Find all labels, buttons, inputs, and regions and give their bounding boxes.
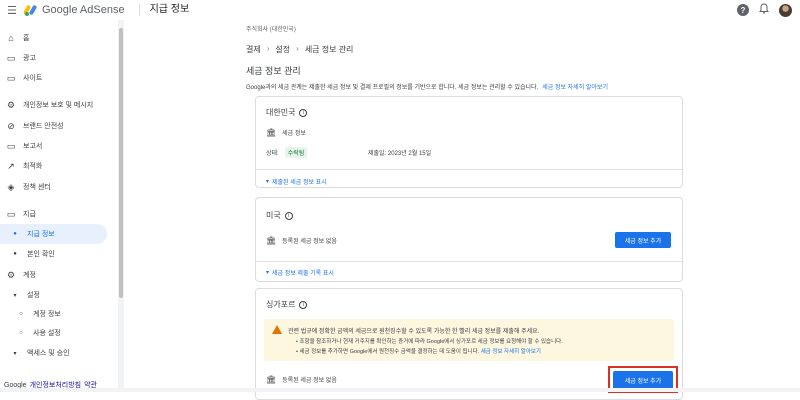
trending-up-icon: ↗ [7,160,15,171]
sidebar-item-policy-center[interactable]: ◈ 정책 센터 [0,177,118,197]
breadcrumb-payments[interactable]: 결제 [246,44,261,55]
sidebar-item-sites[interactable]: ▭ 사이트 [0,68,118,88]
info-icon[interactable]: i [299,108,308,117]
tax-card-us: 미국 i 🏛 등록된 세금 정보 없음 세금 정보 추가 ▾ 세금 정보 제출 … [255,197,683,282]
page-description: Google과의 세금 관계는 제출한 세금 정보 및 결제 프로필의 정보를 … [246,85,608,91]
page-name: 지급 정보 [138,4,189,16]
no-tax-info: 등록된 세금 정보 없음 [282,378,337,384]
learn-more-link[interactable]: 세금 정보 자세히 알아보기 [542,85,608,91]
sidebar-item-home[interactable]: ⌂ 홈 [0,28,118,48]
reports-icon: ▭ [6,140,16,151]
sidebar-item-privacy[interactable]: ⚙ 개인정보 보호 및 메시지 [0,95,118,115]
sidebar-item-account[interactable]: ⚙ 계정 [0,265,118,285]
chevron-down-icon: ▾ [13,292,17,299]
horizontal-scrollbar[interactable] [0,388,800,392]
breadcrumb-settings[interactable]: 설정 [275,44,290,55]
tax-card-singapore: 싱가포르 i 관련 법규에 정확한 금액의 세금으로 원천징수할 수 있도록 가… [255,288,683,400]
sidebar-scroll-thumb[interactable] [119,28,123,298]
bullet-icon: ● [13,251,17,257]
sidebar-item-account-info[interactable]: ○ 계정 정보 [0,304,118,324]
sidebar-item-ads[interactable]: ▭ 광고 [0,48,118,68]
sidebar-item-reports[interactable]: ▭ 보고서 [0,136,118,156]
info-icon[interactable]: i [299,300,308,309]
block-icon: ⊘ [7,120,15,131]
bullet-icon: ● [13,231,17,237]
bank-icon: 🏛 [266,236,277,245]
warning-banner: 관련 법규에 정확한 금액의 세금으로 원천징수할 수 있도록 가능한 한 빨리… [264,319,674,361]
info-icon[interactable]: i [284,211,293,220]
chevron-down-icon: ▾ [266,270,270,276]
breadcrumb: 결제 › 설정 › 세금 정보 관리 [246,44,353,55]
status-badge: 수락됨 [284,147,308,158]
status-label: 상태: [266,151,279,157]
chevron-right-icon: › [296,44,299,53]
privacy-icon: ⚙ [6,99,16,110]
add-tax-info-button[interactable]: 세금 정보 추가 [615,232,671,248]
warning-icon [272,325,282,334]
top-app-bar: ☰ Google AdSense 지급 정보 ? [0,0,800,20]
sidebar-item-payment-info[interactable]: ● 지급 정보 [0,224,107,244]
expand-link[interactable]: ▾ 세금 정보 제출 기록 표시 [266,268,334,277]
card-title: 대한민국 [266,108,296,117]
card-title: 싱가포르 [266,300,296,309]
app-name: Google AdSense [42,4,125,16]
sidebar-item-verification[interactable]: ● 본인 확인 [0,244,118,264]
learn-more-link[interactable]: 세금 정보 자세히 알아보기 [481,349,541,355]
sidebar-item-brand-safety[interactable]: ⊘ 브랜드 안전성 [0,116,118,136]
sites-icon: ▭ [6,72,16,83]
org-name: 주식회사 (대한민국) [246,27,296,33]
adsense-logo[interactable]: Google AdSense [24,4,125,16]
avatar[interactable] [779,3,792,17]
bank-icon: 🏛 [266,375,277,384]
chevron-down-icon: ▾ [13,350,17,357]
sidebar-item-optimization[interactable]: ↗ 최적화 [0,156,118,176]
circle-icon: ○ [19,311,23,317]
tax-card-korea: 대한민국 i 🏛 세금 정보 상태: 수락됨 제출일: 2023년 2월 15일… [255,96,683,188]
no-tax-info: 등록된 세금 정보 없음 [282,239,337,245]
gear-icon: ⚙ [6,269,16,280]
warning-bullet: • 세금 정보를 추가하면 Google에서 원천징수 금액을 결정하는 데 도… [296,349,541,355]
sidebar-item-payments[interactable]: ▭ 지급 [0,204,118,224]
warning-bullet: • 조항을 참조하거나 현재 거주지를 확인하는 증거에 따라 Google에서… [296,339,563,345]
adsense-logo-icon [24,5,37,16]
page-title: 세금 정보 관리 [246,66,301,76]
ads-icon: ▭ [6,52,16,63]
bank-icon: 🏛 [266,128,277,137]
sidebar-item-access[interactable]: ▾ 액세스 및 승인 [0,343,118,363]
sidebar-item-settings[interactable]: ▾ 설정 [0,285,118,305]
main-content: 주식회사 (대한민국) 결제 › 설정 › 세금 정보 관리 세금 정보 관리 … [124,20,800,400]
sidebar-item-usage-settings[interactable]: ○ 사용 설정 [0,323,118,343]
tax-info-label: 세금 정보 [282,131,306,137]
circle-icon: ○ [19,330,23,336]
help-icon[interactable]: ? [737,4,749,16]
warning-text: 관련 법규에 정확한 금액의 세금으로 원천징수할 수 있도록 가능한 한 빨리… [288,329,540,335]
home-icon: ⌂ [8,33,14,43]
card-title: 미국 [266,211,281,220]
expand-link[interactable]: ▾ 제출된 세금 정보 표시 [266,177,327,186]
shield-icon: ◈ [7,181,15,192]
chevron-down-icon: ▾ [266,179,270,185]
bell-icon[interactable] [759,3,769,17]
chevron-right-icon: › [266,44,270,53]
breadcrumb-current: 세금 정보 관리 [304,45,354,54]
sidebar: ⌂ 홈 ▭ 광고 ▭ 사이트 ⚙ 개인정보 보호 및 메시지 ⊘ 브랜드 안전성 ▭ 보고서… [0,20,118,392]
menu-icon[interactable]: ☰ [2,0,22,20]
payments-icon: ▭ [6,208,16,219]
submitted-date: 제출일: 2023년 2월 15일 [368,151,432,157]
